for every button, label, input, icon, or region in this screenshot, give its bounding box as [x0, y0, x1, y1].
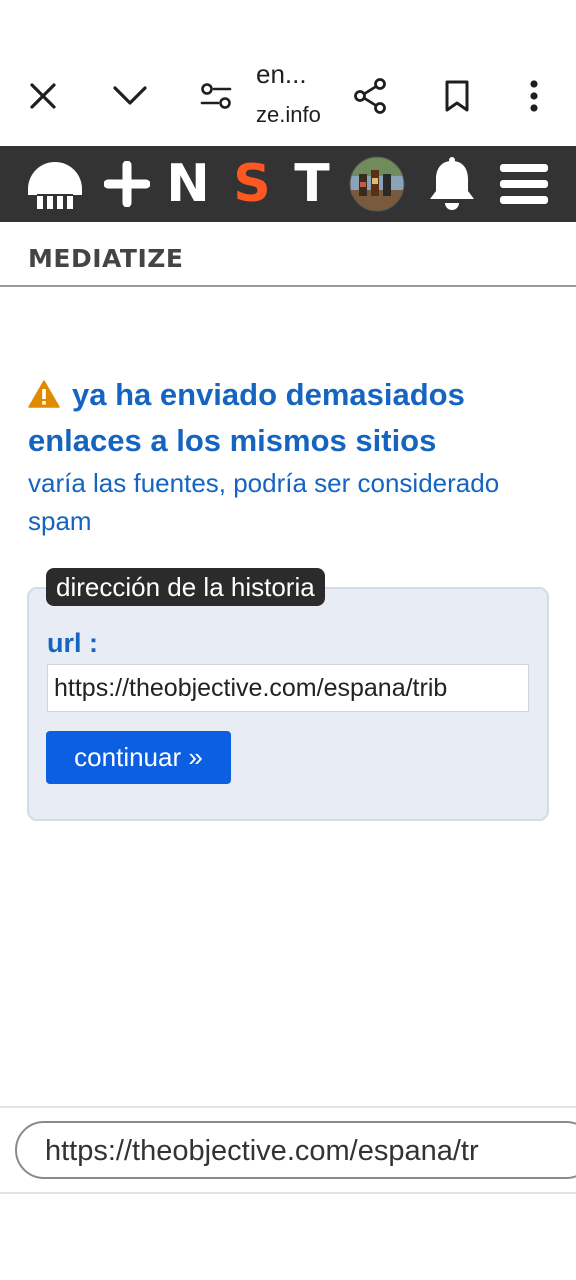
continue-button[interactable]: continuar »	[46, 731, 231, 784]
more-vert-icon[interactable]	[508, 70, 560, 122]
url-chip-text: https://theobjective.com/espana/tr	[45, 1135, 479, 1167]
bell-icon[interactable]	[422, 146, 482, 222]
site-name: MEDIATIZE	[28, 244, 184, 273]
url-input[interactable]: https://theobjective.com/espana/trib	[47, 664, 529, 712]
plus-icon[interactable]	[100, 146, 154, 222]
url-chip[interactable]: https://theobjective.com/espana/tr	[15, 1121, 576, 1179]
chevron-down-icon[interactable]	[104, 70, 156, 122]
close-icon[interactable]	[17, 70, 69, 122]
mediatize-logo-icon[interactable]	[22, 146, 88, 222]
header-divider	[0, 285, 576, 287]
nav-link-n[interactable]: N	[160, 146, 216, 222]
nav-link-t[interactable]: T	[284, 146, 340, 222]
url-chip-fade	[503, 1123, 576, 1177]
page-settings-icon[interactable]	[190, 70, 242, 122]
warning-icon	[28, 375, 60, 408]
url-label: url :	[47, 628, 98, 658]
nav-link-s[interactable]: S	[224, 146, 280, 222]
warning-title: ya ha enviado demasiados enlaces a los m…	[28, 372, 558, 464]
bookmark-icon[interactable]	[431, 70, 483, 122]
site-nav: N S T	[0, 146, 576, 222]
fieldset-legend: dirección de la historia	[46, 568, 325, 606]
menu-icon[interactable]	[494, 146, 554, 222]
share-icon[interactable]	[344, 70, 396, 122]
warning-subtitle: varía las fuentes, podría ser considerad…	[28, 468, 500, 536]
tab-title[interactable]: en...	[256, 60, 336, 88]
avatar[interactable]	[346, 146, 408, 222]
warning-title-text: ya ha enviado demasiados enlaces a los m…	[28, 377, 465, 458]
page-domain[interactable]: ze.info	[256, 102, 336, 128]
